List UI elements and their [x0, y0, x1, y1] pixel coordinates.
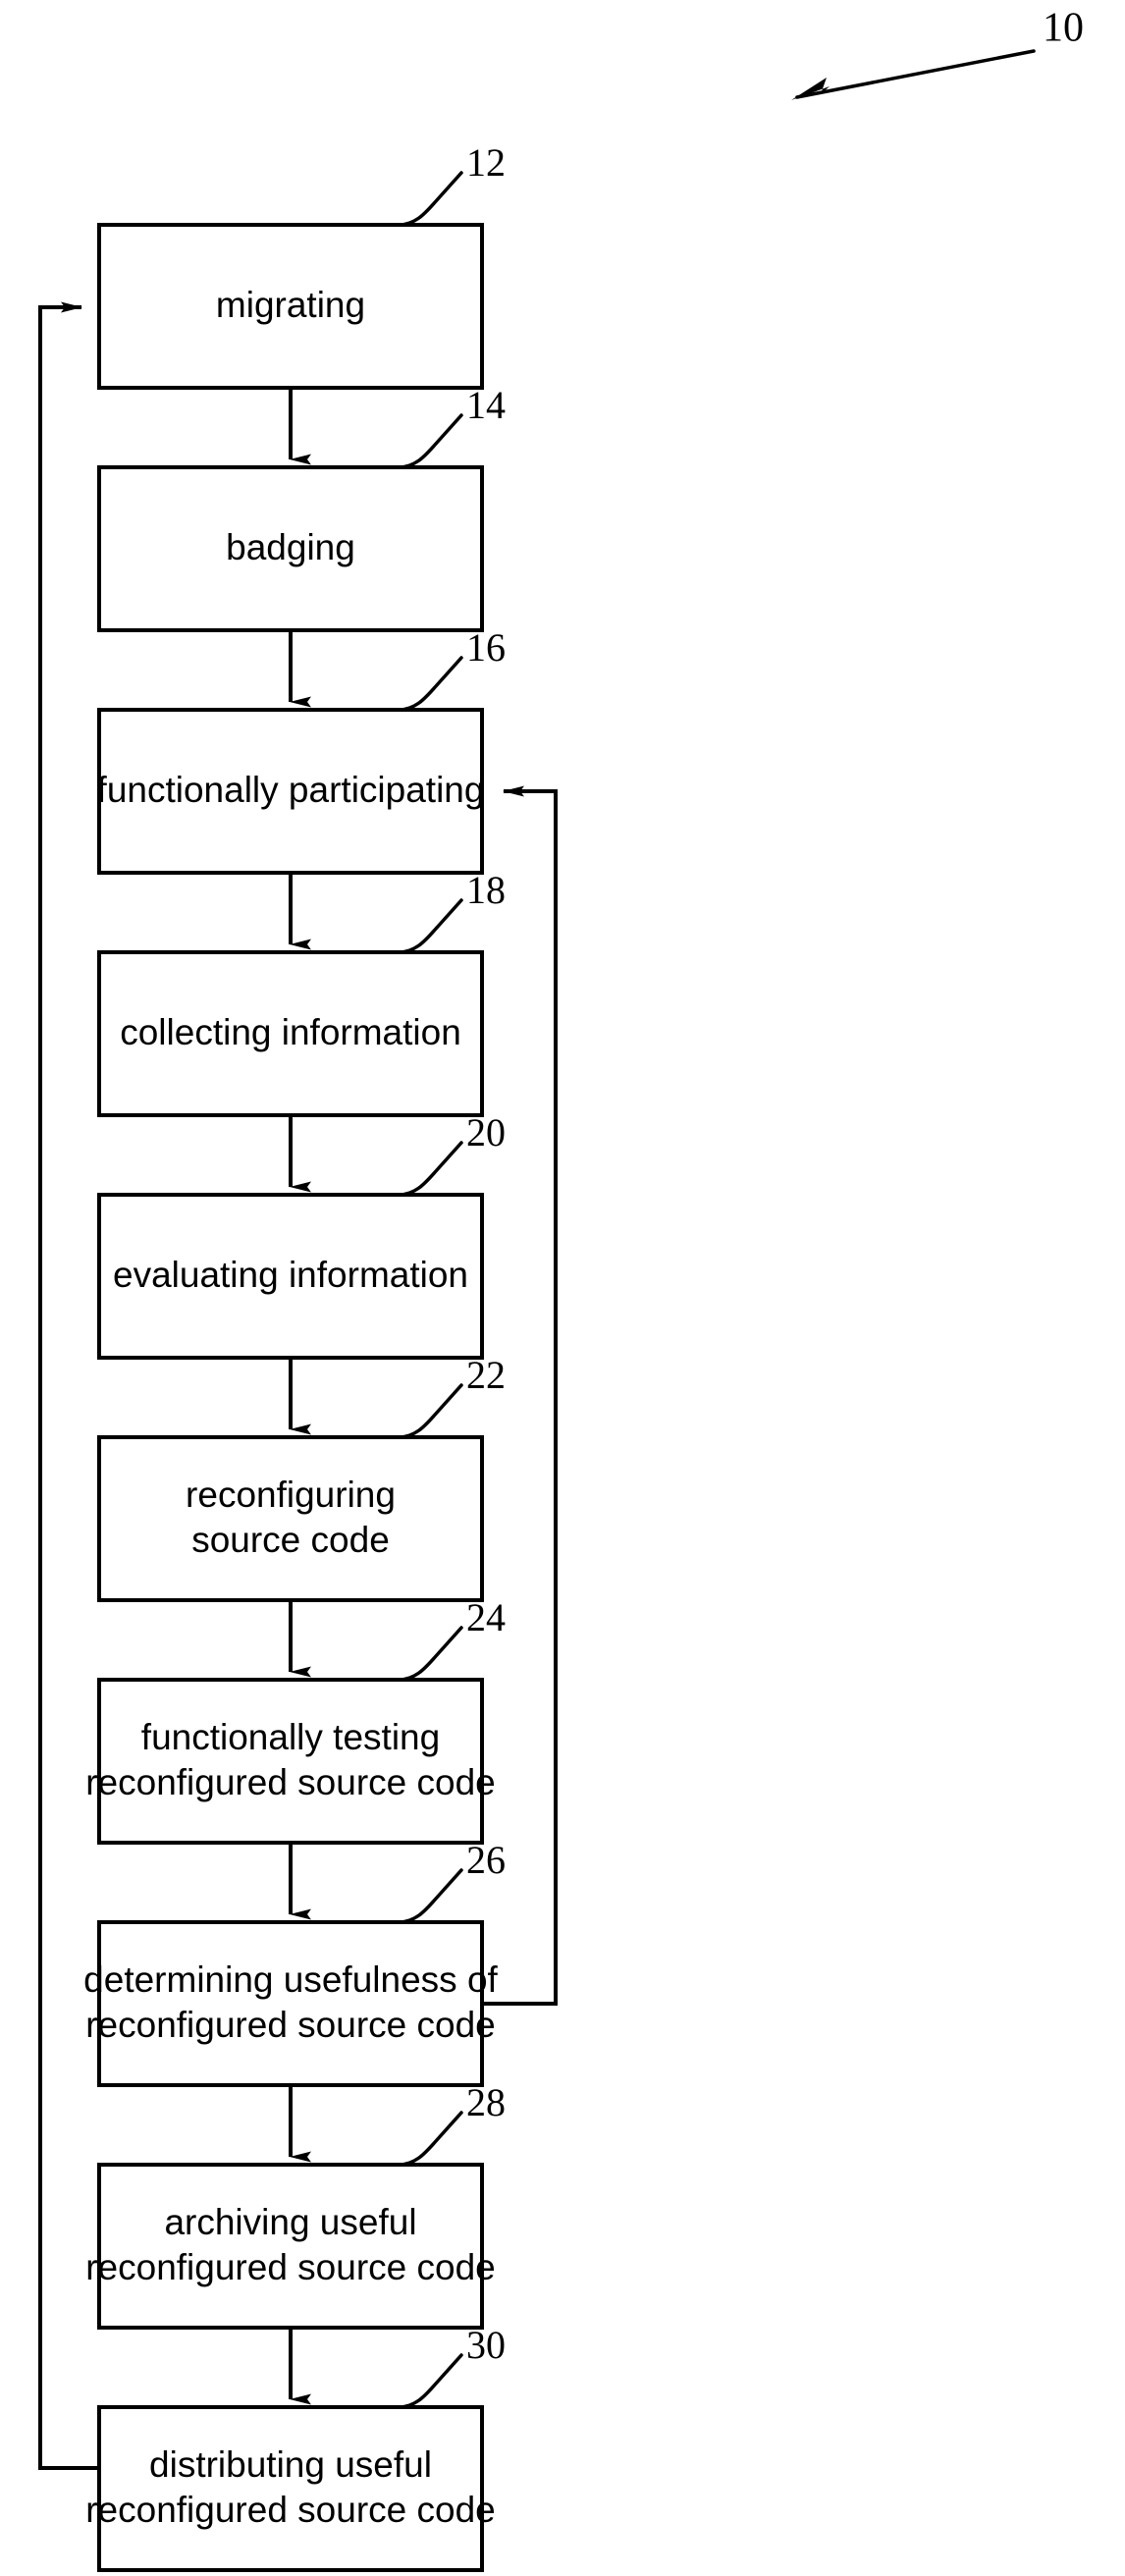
- step-box-18[interactable]: collecting information 18: [97, 868, 506, 1117]
- step-18-leader-line: [397, 898, 463, 954]
- step-26-ref-number: 26: [466, 1838, 506, 1882]
- step-box-26-label-line2: reconfigured source code: [85, 2005, 496, 2045]
- step-16-ref-number: 16: [466, 625, 506, 670]
- patent-figure: 10 migrating 12 badging 14 functionally …: [0, 0, 1125, 2576]
- figure-leader-line: [795, 49, 1036, 99]
- feedback-right-path: [482, 785, 558, 2006]
- step-18-ref-number: 18: [466, 868, 506, 912]
- step-box-18-label-line1: collecting information: [120, 1012, 461, 1052]
- step-box-30[interactable]: distributing useful reconfigured source …: [85, 2323, 506, 2572]
- step-box-28-label-line1: archiving useful: [164, 2202, 416, 2242]
- step-22-ref-number: 22: [466, 1353, 506, 1397]
- feedback-left-path: [38, 301, 99, 2470]
- figure-leader-arrowhead: [791, 78, 830, 100]
- step-box-20[interactable]: evaluating information 20: [97, 1110, 506, 1360]
- step-box-12[interactable]: migrating 12: [97, 140, 506, 390]
- step-box-26-label-line1: determining usefulness of: [83, 1959, 498, 2000]
- step-22-leader-line: [397, 1383, 463, 1439]
- step-box-26[interactable]: determining usefulness of reconfigured s…: [83, 1838, 506, 2087]
- step-box-12-label-line1: migrating: [216, 285, 365, 325]
- step-box-24-label-line1: functionally testing: [141, 1717, 440, 1757]
- step-box-16-label-line1: functionally participating: [97, 770, 485, 810]
- step-12-ref-number: 12: [466, 140, 506, 185]
- step-24-ref-number: 24: [466, 1595, 506, 1639]
- step-30-ref-number: 30: [466, 2323, 506, 2367]
- figure-reference-callout: 10: [791, 6, 1084, 100]
- step-14-leader-line: [397, 413, 463, 469]
- step-20-leader-line: [397, 1141, 463, 1197]
- step-14-ref-number: 14: [466, 383, 506, 427]
- step-box-22-label-line1: reconfiguring: [186, 1475, 396, 1515]
- step-box-30-label-line2: reconfigured source code: [85, 2490, 496, 2530]
- feedback-loop-left: [38, 301, 99, 2470]
- step-box-14-label-line1: badging: [226, 527, 355, 567]
- step-30-leader-line: [397, 2353, 463, 2409]
- flowchart-canvas: 10 migrating 12 badging 14 functionally …: [38, 6, 1084, 2572]
- step-box-16[interactable]: functionally participating 16: [97, 625, 506, 875]
- feedback-loop-right: [482, 785, 558, 2006]
- step-24-leader-line: [397, 1626, 463, 1682]
- step-box-28[interactable]: archiving useful reconfigured source cod…: [85, 2080, 506, 2330]
- step-box-30-label-line1: distributing useful: [149, 2444, 432, 2485]
- step-box-22-label-line2: source code: [191, 1520, 390, 1560]
- step-box-28-label-line2: reconfigured source code: [85, 2247, 496, 2287]
- step-box-20-label-line1: evaluating information: [113, 1255, 468, 1295]
- step-16-leader-line: [397, 656, 463, 712]
- step-20-ref-number: 20: [466, 1110, 506, 1154]
- step-28-ref-number: 28: [466, 2080, 506, 2124]
- step-28-leader-line: [397, 2111, 463, 2167]
- step-12-leader-line: [397, 171, 463, 227]
- step-box-24-label-line2: reconfigured source code: [85, 1762, 496, 1802]
- step-box-24[interactable]: functionally testing reconfigured source…: [85, 1595, 506, 1845]
- step-box-14[interactable]: badging 14: [97, 383, 506, 632]
- step-box-22[interactable]: reconfiguring source code 22: [97, 1353, 506, 1602]
- step-26-leader-line: [397, 1868, 463, 1924]
- figure-reference-number: 10: [1043, 6, 1084, 51]
